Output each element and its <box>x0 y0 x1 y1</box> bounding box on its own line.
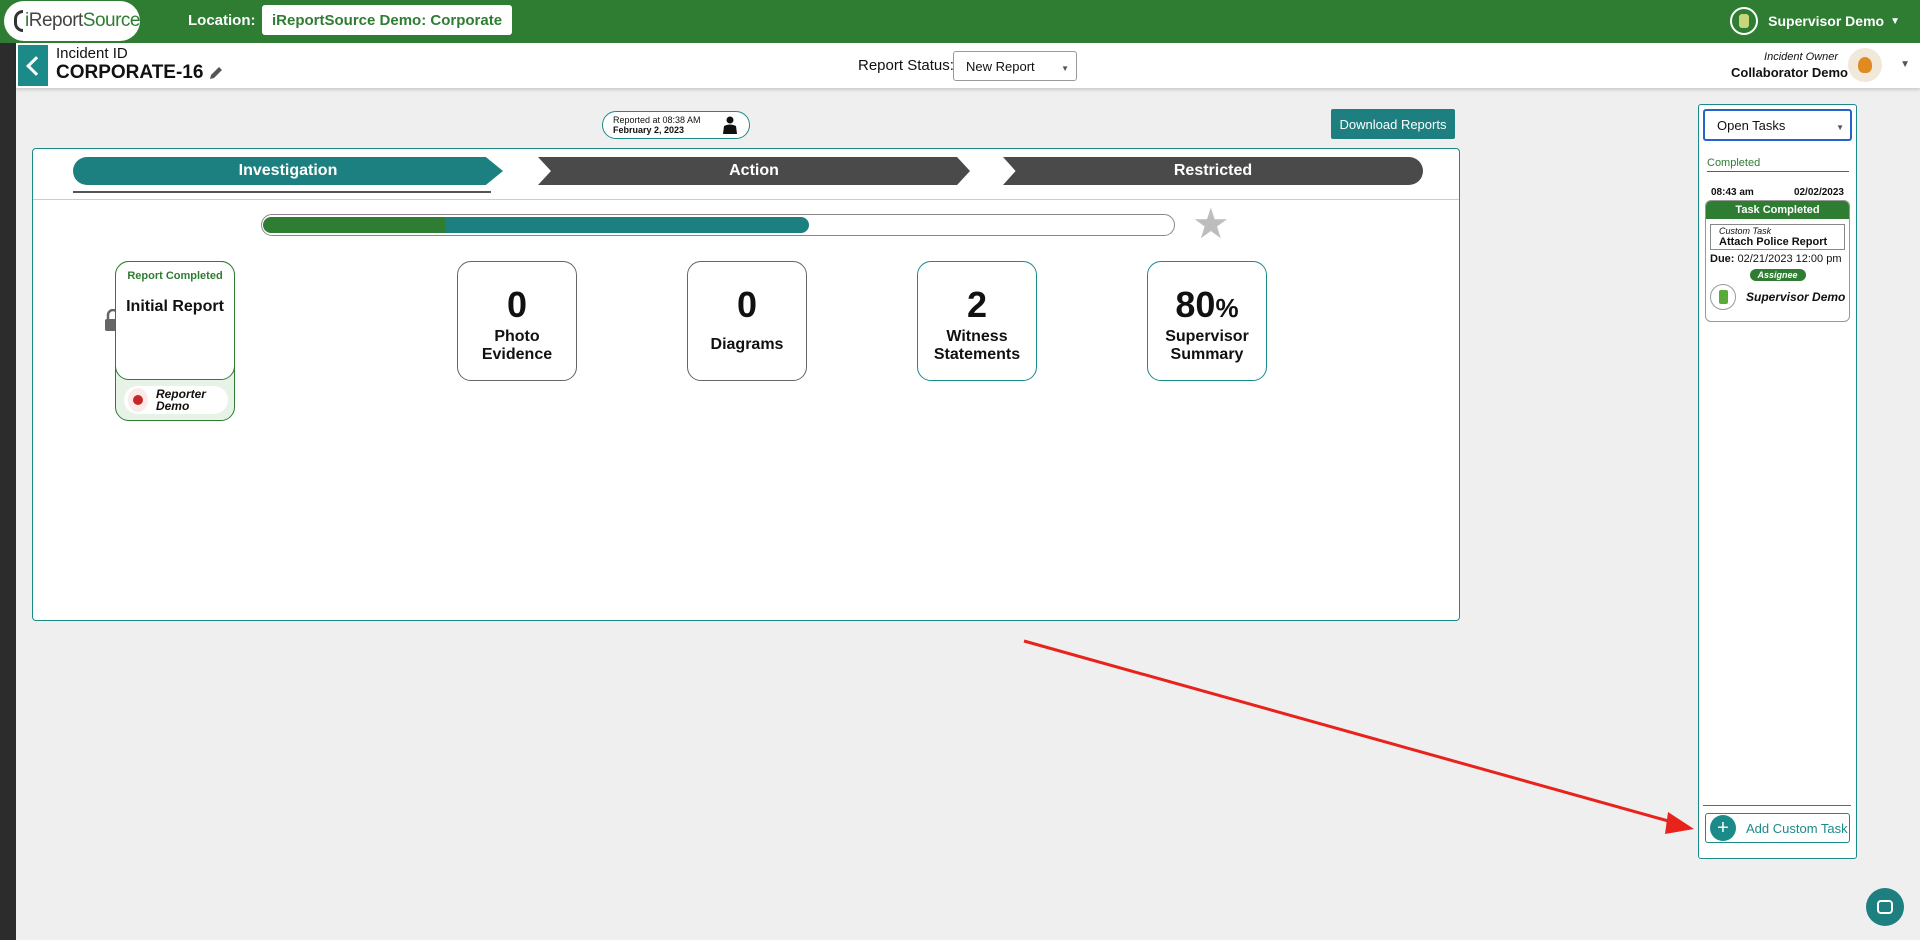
task-due: Due: 02/21/2023 12:00 pm <box>1710 253 1849 265</box>
task-detail-box: Custom Task Attach Police Report <box>1710 224 1845 250</box>
pencil-edit-icon[interactable] <box>209 66 223 80</box>
left-sidebar-strip <box>0 43 16 940</box>
user-menu[interactable]: Supervisor Demo ▼ <box>1730 7 1900 35</box>
reporter-avatar <box>128 388 148 412</box>
user-avatar <box>1730 7 1759 35</box>
task-time: 08:43 am <box>1711 187 1754 198</box>
task-panel: Open Tasks ▼ Completed 08:43 am 02/02/20… <box>1698 104 1857 859</box>
incident-id: CORPORATE-16 <box>56 62 223 84</box>
initial-report-title: Initial Report <box>126 298 224 315</box>
logo-mark-icon <box>14 10 24 32</box>
task-filter-arrow-icon: ▼ <box>1836 123 1844 132</box>
supervisor-summary-card[interactable]: 80% Supervisor Summary <box>1147 261 1267 381</box>
assignee-robot-icon <box>1718 290 1728 304</box>
assignee-avatar <box>1710 284 1736 310</box>
task-panel-divider <box>1703 805 1851 806</box>
task-filter-select[interactable]: Open Tasks ▼ <box>1703 109 1852 141</box>
report-status-select[interactable]: New Report ▼ <box>953 51 1077 81</box>
reporter-person-icon <box>723 116 737 134</box>
report-status-value: New Report <box>966 58 1035 74</box>
incident-header: Incident ID CORPORATE-16 Report Status: … <box>16 43 1920 88</box>
supervisor-summary-value: 80 <box>1175 284 1216 325</box>
assignee-name: Supervisor Demo <box>1746 290 1846 304</box>
active-step-underline <box>73 191 491 193</box>
task-name: Attach Police Report <box>1719 236 1828 248</box>
robot-icon <box>1739 14 1750 28</box>
incident-owner-name: Collaborator Demo <box>1730 65 1848 80</box>
task-date: 02/02/2023 <box>1793 187 1844 198</box>
task-due-label: Due: <box>1710 253 1735 265</box>
annotation-arrow-head <box>1665 812 1694 834</box>
diagrams-count: 0 <box>736 284 758 325</box>
back-button[interactable] <box>18 45 48 86</box>
reporter-avatar-icon <box>132 395 143 405</box>
task-filter-value: Open Tasks <box>1717 117 1786 133</box>
location-selector[interactable]: iReportSource Demo: Corporate <box>262 5 513 35</box>
witness-statements-count: 2 <box>966 284 988 325</box>
initial-report-card[interactable]: Report Completed Initial Report Reporter… <box>115 261 235 421</box>
step-investigation[interactable]: Investigation <box>73 157 503 185</box>
incident-workflow-panel: Investigation Action Restricted ★ Report… <box>32 148 1460 621</box>
add-custom-task-button[interactable]: + Add Custom Task <box>1705 813 1850 843</box>
add-custom-task-label: Add Custom Task <box>1746 820 1848 836</box>
progress-fill-green <box>263 217 445 233</box>
logo-text-source: Source <box>82 10 141 31</box>
owner-avatar[interactable] <box>1848 48 1882 82</box>
photo-evidence-count: 0 <box>506 284 528 325</box>
assignee-row: Supervisor Demo <box>1710 284 1849 310</box>
task-due-value: 02/21/2023 12:00 pm <box>1737 253 1842 265</box>
reporter-name: Reporter Demo <box>155 387 206 413</box>
task-card[interactable]: Task Completed Custom Task Attach Police… <box>1705 200 1850 322</box>
progress-bar <box>261 214 1175 236</box>
location-label: Location: <box>188 12 256 29</box>
chat-bubble-icon <box>1877 900 1893 914</box>
user-name: Supervisor Demo <box>1768 13 1885 29</box>
task-completed-header: Task Completed <box>1706 201 1849 219</box>
dropdown-arrow-icon: ▼ <box>1061 64 1069 73</box>
diagrams-label: Diagrams <box>710 336 784 353</box>
workflow-steps: Investigation Action Restricted <box>73 157 1423 187</box>
witness-statements-card[interactable]: 2 Witness Statements <box>917 261 1037 381</box>
completed-divider <box>1707 171 1849 172</box>
step-restricted[interactable]: Restricted <box>1003 157 1423 185</box>
incident-id-label: Incident ID <box>56 45 128 62</box>
owner-caret-down-icon[interactable]: ▼ <box>1900 59 1910 70</box>
photo-evidence-label: Photo Evidence <box>481 328 553 363</box>
top-navigation-bar: iReportSource Location: iReportSource De… <box>0 0 1920 43</box>
photo-evidence-card[interactable]: 0 Photo Evidence <box>457 261 577 381</box>
ireportsource-logo[interactable]: iReportSource <box>4 1 141 41</box>
diagrams-card[interactable]: 0 Diagrams <box>687 261 807 381</box>
panel-divider <box>33 199 1459 200</box>
witness-statements-label: Witness Statements <box>933 328 1021 363</box>
task-type: Custom Task <box>1719 226 1772 236</box>
annotation-arrow-line <box>1023 639 1673 824</box>
download-reports-button[interactable]: Download Reports <box>1331 109 1455 139</box>
reporter-badge: Reporter Demo <box>124 386 228 414</box>
initial-report-inner: Report Completed Initial Report <box>115 261 235 380</box>
supervisor-summary-label: Supervisor Summary <box>1165 328 1249 363</box>
incident-id-value: CORPORATE-16 <box>56 62 204 83</box>
report-status-label: Report Status: <box>858 57 954 74</box>
percent-unit: % <box>1215 293 1239 323</box>
supervisor-summary-percent: 80% <box>1148 284 1266 326</box>
chat-support-button[interactable] <box>1866 888 1904 926</box>
logo-text-report: Report <box>28 10 84 31</box>
step-action[interactable]: Action <box>538 157 970 185</box>
incident-owner-label: Incident Owner <box>1764 51 1838 63</box>
report-completed-label: Report Completed <box>127 270 223 282</box>
caret-down-icon: ▼ <box>1890 15 1900 27</box>
star-icon[interactable]: ★ <box>1192 203 1230 245</box>
chevron-left-icon <box>25 55 46 76</box>
assignee-badge: Assignee <box>1749 269 1806 281</box>
completed-section-label: Completed <box>1707 157 1761 169</box>
plus-icon: + <box>1710 815 1736 841</box>
progress-fill-teal <box>445 217 809 233</box>
reported-at-badge: Reported at 08:38 AM February 2, 2023 <box>602 111 750 139</box>
person-icon <box>1858 57 1872 73</box>
